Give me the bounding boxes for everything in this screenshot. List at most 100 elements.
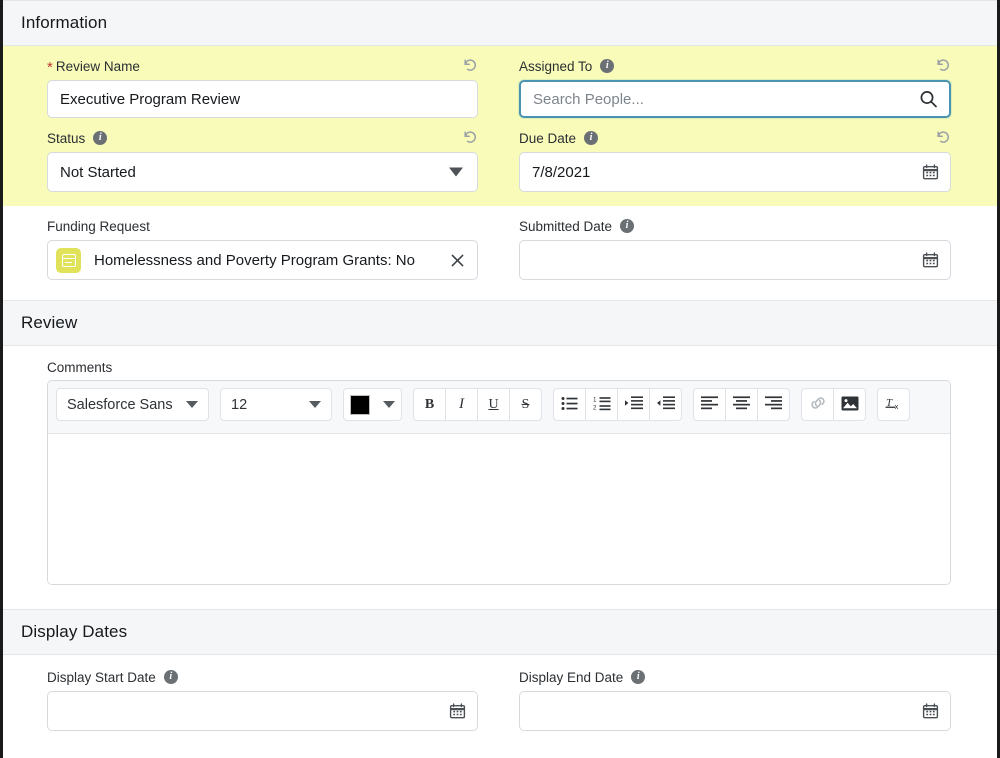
underline-icon: U [488,396,499,412]
label-text-display-end-date: Display End Date [519,669,624,685]
chevron-down-icon-status [449,167,463,177]
information-left-column: * Review Name Executive Program Review S… [3,46,500,280]
align-right-button[interactable] [757,388,790,421]
section-header-display-dates: Display Dates [3,609,997,655]
field-funding-request: Funding Request Homelessness and Poverty… [47,206,478,280]
highlight-band-right: Assigned To i Search People... Due Date … [500,46,997,206]
undo-icon-review-name[interactable] [460,56,478,74]
link-icon [809,395,827,414]
display-dates-right-column: Display End Date i [500,657,997,731]
italic-button[interactable]: I [445,388,478,421]
section-title-display-dates: Display Dates [21,622,128,641]
label-funding-request: Funding Request [47,216,478,236]
indent-button[interactable] [617,388,650,421]
info-icon-display-start-date[interactable]: i [163,670,178,684]
label-submitted-date: Submitted Date i [519,216,951,236]
strikethrough-icon: S [521,396,530,412]
close-icon-funding-request[interactable] [447,250,467,270]
remove-formatting-button[interactable]: T x [877,388,910,421]
numbered-list-icon: 1 2 [593,396,611,414]
underline-button[interactable]: U [477,388,510,421]
font-size-dropdown[interactable]: 12 [220,388,332,421]
strikethrough-button[interactable]: S [509,388,542,421]
color-swatch-icon [350,394,370,415]
rte-editor-body[interactable] [48,434,950,584]
numbered-list-button[interactable]: 1 2 [585,388,618,421]
date-input-display-start-date[interactable] [47,691,478,731]
rte-group-font-family: Salesforce Sans [56,388,209,421]
label-assigned-to: Assigned To i [519,56,951,76]
date-input-display-end-date[interactable] [519,691,951,731]
info-icon-assigned-to[interactable]: i [600,59,615,73]
field-assigned-to: Assigned To i Search People... [519,46,951,118]
label-text-status: Status [47,130,86,146]
bold-icon: B [424,396,435,412]
date-input-submitted-date[interactable] [519,240,951,280]
field-submitted-date: Submitted Date i [519,206,951,280]
chevron-down-icon-font-size [309,401,321,408]
value-funding-request: Homelessness and Poverty Program Grants:… [94,251,415,269]
rte-group-text-style: B I U S [413,388,542,421]
label-text-assigned-to: Assigned To [519,58,593,74]
field-review-name: * Review Name Executive Program Review [47,46,478,118]
rte-group-align [693,388,790,421]
band-bottom-padding-right [519,192,951,206]
input-review-name[interactable]: Executive Program Review [47,80,478,118]
calendar-icon-submitted-date[interactable] [922,252,939,269]
undo-icon-status[interactable] [460,128,478,146]
dropdown-status[interactable]: Not Started [47,152,478,192]
label-status: Status i [47,128,478,148]
rte-group-lists: 1 2 [553,388,682,421]
insert-link-button[interactable] [801,388,834,421]
text-color-picker[interactable] [343,388,402,421]
label-display-start-date: Display Start Date i [47,667,478,687]
align-center-button[interactable] [725,388,758,421]
remove-formatting-icon: T x [885,395,903,414]
svg-text:1: 1 [593,396,597,403]
funding-request-wrap: Funding Request Homelessness and Poverty… [3,206,500,280]
search-icon-assigned-to[interactable] [919,90,938,109]
chevron-down-icon-font-family [186,401,198,408]
label-text-funding-request: Funding Request [47,218,150,234]
bold-button[interactable]: B [413,388,446,421]
section-header-information: Information [3,0,997,46]
information-columns: * Review Name Executive Program Review S… [3,46,997,280]
chevron-down-icon-text-color [383,401,395,408]
align-left-button[interactable] [693,388,726,421]
rich-text-editor-comments: Salesforce Sans 12 B I U S 1 2 T x [47,380,951,585]
align-center-icon [733,396,750,413]
calendar-icon-display-end-date[interactable] [922,703,939,720]
bulleted-list-button[interactable] [553,388,586,421]
section-title-review: Review [21,313,78,332]
field-display-start-date: Display Start Date i [47,657,478,731]
svg-text:2: 2 [593,404,597,410]
info-icon-status[interactable]: i [93,131,108,145]
outdent-button[interactable] [649,388,682,421]
info-icon-submitted-date[interactable]: i [620,219,635,233]
band-bottom-padding-left [47,192,478,206]
display-dates-left-column: Display Start Date i [3,657,500,731]
info-icon-display-end-date[interactable]: i [631,670,646,684]
insert-image-button[interactable] [833,388,866,421]
search-input-assigned-to[interactable]: Search People... [519,80,951,118]
undo-icon-assigned-to[interactable] [933,56,951,74]
date-input-due-date[interactable]: 7/8/2021 [519,152,951,192]
italic-icon: I [459,396,464,412]
label-due-date: Due Date i [519,128,951,148]
info-icon-due-date[interactable]: i [584,131,599,145]
lookup-funding-request[interactable]: Homelessness and Poverty Program Grants:… [47,240,478,280]
label-text-review-name: Review Name [55,58,140,74]
indent-icon [624,396,643,413]
rte-group-remove-formatting: T x [877,388,910,421]
gap-after-information [3,280,997,300]
align-right-icon [765,396,782,413]
calendar-icon-display-start-date[interactable] [449,703,466,720]
label-text-display-start-date: Display Start Date [47,669,156,685]
calendar-icon-due-date[interactable] [922,164,939,181]
outdent-icon [656,396,675,413]
undo-icon-due-date[interactable] [933,128,951,146]
font-family-dropdown[interactable]: Salesforce Sans [56,388,209,421]
section-title-information: Information [21,13,108,32]
submitted-date-wrap: Submitted Date i [500,206,997,280]
field-display-end-date: Display End Date i [519,657,951,731]
